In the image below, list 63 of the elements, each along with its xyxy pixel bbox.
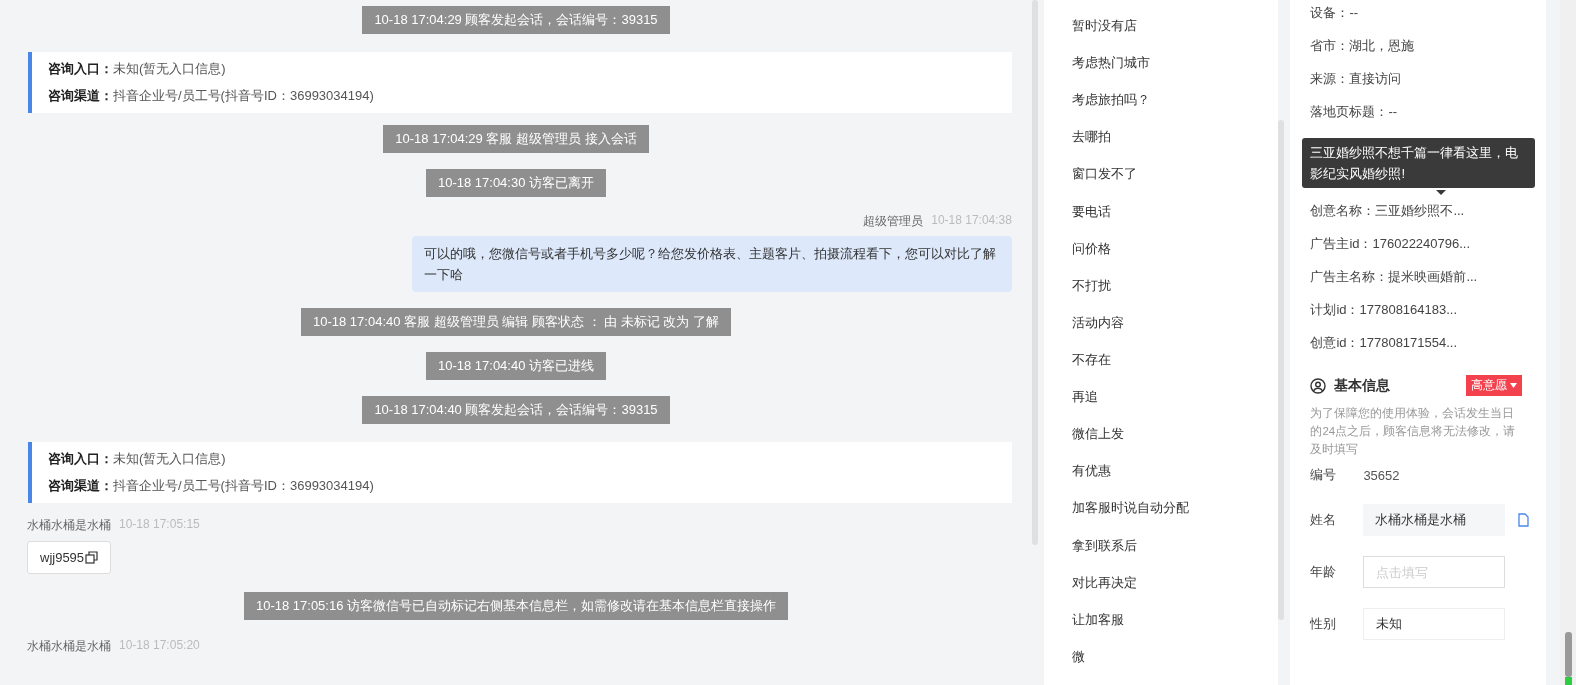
quick-reply-item[interactable]: 再追 [1072,388,1279,426]
quick-reply-item[interactable]: 有优惠 [1072,462,1279,500]
quick-reply-item[interactable]: 暂时没有店 [1072,17,1279,55]
system-notice: 10-18 17:04:40 顾客发起会话，会话编号：39315 [362,396,670,424]
field-label: 年龄 [1310,563,1338,581]
info-line: 咨询入口：未知(暂无入口信息) [48,60,227,78]
caret-icon [1510,383,1518,388]
system-notice: 10-18 17:05:16 访客微信号已自动标记右侧基本信息栏，如需修改请在基本信息栏直接操作 [243,592,789,620]
system-notice: 10-18 17:04:29 顾客发起会话，会话编号：39315 [362,6,670,34]
gender-select[interactable]: 未知 [1363,608,1506,640]
sender-name: 水桶水桶是水桶 [27,638,111,655]
quick-reply-item[interactable]: 拿到联系后 [1072,536,1279,574]
ad-info-row-text: 落地页标题：-- [1310,103,1399,121]
message-time: 10-18 17:05:20 [119,638,200,654]
ad-info-row-text: 设备：-- [1310,4,1360,22]
scrollbar[interactable] [1560,0,1576,685]
field-label: 姓名 [1310,511,1338,529]
message-bubble: 可以的哦，您微信号或者手机号多少呢？给您发价格表、主题客片、拍摄流程看下，您可以对比了解一下哈 [412,236,1012,292]
system-notice: 10-18 17:04:40 访客已进线 [425,352,607,380]
quick-reply-item[interactable]: 考虑旅拍吗？ [1072,91,1279,129]
quick-reply-item[interactable]: 微 [1072,647,1279,685]
tooltip: 三亚婚纱照不想千篇一律看这里，电影纪实风婚纱照! [1302,138,1536,188]
notice-text: 为了保障您的使用体验，会话发生当日的24点之后，顾客信息将无法修改，请及时填写 [1310,406,1517,457]
field-label: 编号 [1310,466,1338,484]
ad-info-row-text: 创意id：177808171554... [1310,334,1459,352]
ad-info-row-text: 广告主id：176022240796... [1310,235,1472,253]
ad-info-row-text: 创意名称：三亚婚纱照不... [1310,202,1466,220]
quick-reply-item[interactable]: 要电话 [1072,202,1279,240]
system-notice: 10-18 17:04:30 访客已离开 [425,169,607,197]
system-notice: 10-18 17:04:29 客服 超级管理员 接入会话 [383,125,649,153]
message-time: 10-18 17:05:15 [119,517,200,533]
quick-reply-item[interactable]: 考虑热门城市 [1072,54,1279,92]
quick-reply-item[interactable]: 去哪拍 [1072,128,1279,166]
info-line: 咨询渠道：抖音企业号/员工号(抖音号ID：36993034194) [48,477,375,495]
quick-reply-item[interactable]: 不存在 [1072,351,1279,389]
name-field[interactable]: 水桶水桶是水桶 [1363,504,1506,536]
quick-reply-item[interactable]: 问价格 [1072,239,1279,277]
info-line: 咨询渠道：抖音企业号/员工号(抖音号ID：36993034194) [48,87,375,105]
sender-name: 水桶水桶是水桶 [27,517,111,534]
message-chip: wjj9595 [27,541,112,574]
quick-reply-item[interactable]: 微信上发 [1072,425,1279,463]
info-line: 咨询入口：未知(暂无入口信息) [48,450,227,468]
ad-info-row-text: 省市：湖北，恩施 [1310,37,1416,55]
quick-reply-item[interactable]: 加客服时说自动分配 [1072,499,1279,537]
ad-info-row-text: 来源：直接访问 [1310,70,1403,88]
quick-reply-item[interactable]: 活动内容 [1072,313,1279,351]
message-time: 10-18 17:04:38 [931,213,1012,229]
user-icon [1310,377,1327,394]
ad-info-row-text: 广告主名称：提米映画婚前... [1310,268,1479,286]
ad-info-row-text: 计划id：177808164183... [1310,301,1459,319]
scrollbar[interactable] [1278,120,1285,620]
quick-reply-item[interactable]: 让加客服 [1072,610,1279,648]
intent-dropdown[interactable]: 高意愿 [1466,375,1523,396]
section-title: 基本信息 [1334,376,1392,395]
field-value: 35652 [1363,467,1400,483]
copy-icon[interactable] [1517,513,1531,527]
copy-icon[interactable] [85,550,99,565]
field-label: 性别 [1310,615,1338,633]
quick-reply-item[interactable]: 对比再决定 [1072,573,1279,611]
quick-reply-item[interactable]: 窗口发不了 [1072,165,1279,203]
sender-name: 超级管理员 [863,213,924,230]
quick-reply-item[interactable]: 不打扰 [1072,276,1279,314]
system-notice: 10-18 17:04:40 客服 超级管理员 编辑 顾客状态 ： 由 未标记 改为 了解 [301,308,731,336]
